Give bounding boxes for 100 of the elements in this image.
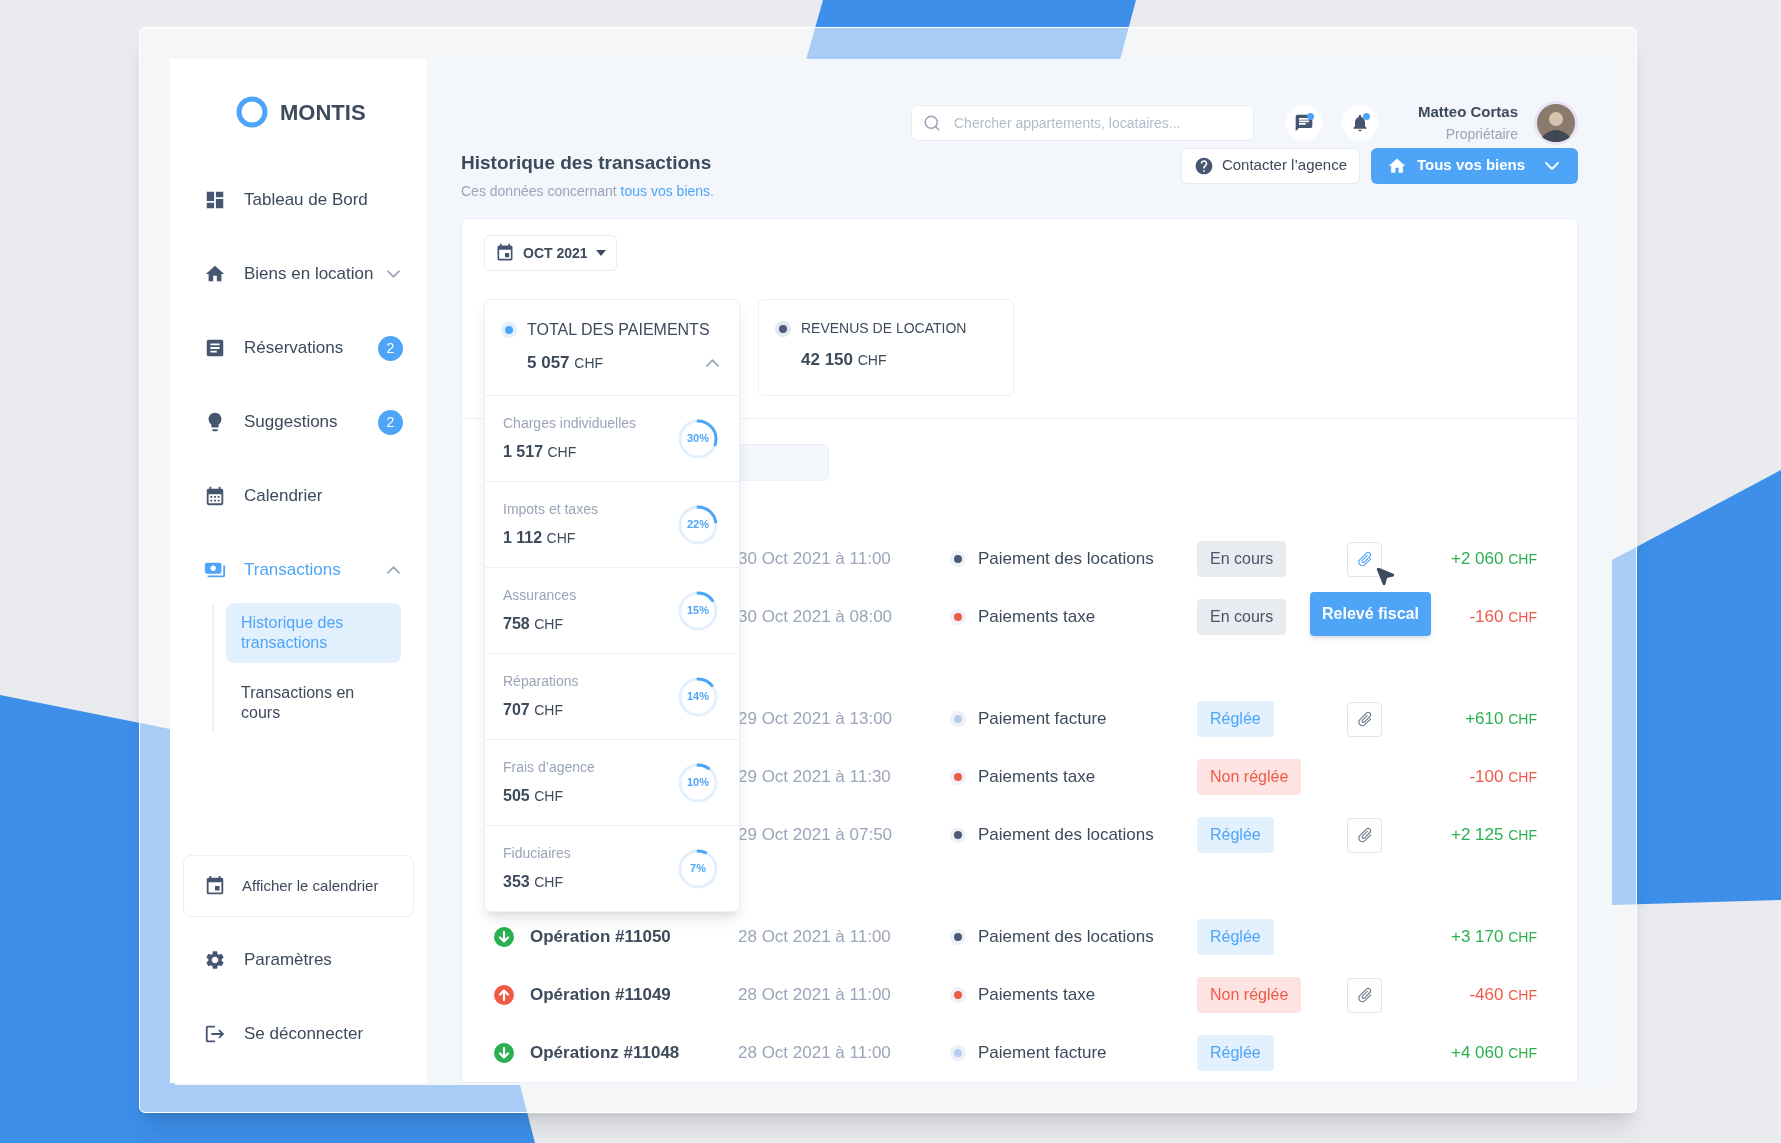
subtitle-period: .: [710, 183, 714, 199]
nav-label: Réservations: [244, 337, 345, 360]
summary-card[interactable]: TOTAL DES PAIEMENTS 5 057 CHF Charges individuelles 1 517 CHF 30% Impots et taxes 1 112 CHF 22% Assurances 758 CHF 15% Réparations 707 CHF 14% Frais d’agence 505 CHF 10% Fiduciaires 353 CHF 7%: [484, 299, 740, 912]
breakdown-label: Fiduciaires: [503, 844, 572, 863]
calendar-icon: [204, 875, 226, 897]
percent-label: 10%: [687, 775, 709, 791]
status-badge: Non réglée: [1197, 759, 1302, 795]
transaction-date: 28 Oct 2021 à 11:00: [738, 985, 891, 1005]
breakdown-amount: 707 CHF: [503, 700, 564, 720]
transaction-type: Paiements taxe: [978, 984, 1096, 1007]
search-icon: [923, 113, 941, 132]
icon-button[interactable]: [1286, 104, 1322, 141]
transaction-date: 29 Oct 2021 à 07:50: [738, 825, 893, 845]
breakdown-amount: 505 CHF: [503, 786, 564, 806]
card-amount: 5 057 CHF: [527, 352, 605, 374]
status-badge: Non réglée: [1197, 977, 1302, 1013]
breakdown-label: Réparations: [503, 672, 580, 691]
calendar-icon: [204, 485, 226, 507]
subnav-item[interactable]: Transactions en cours: [226, 673, 401, 733]
operation-name: Opération #11049: [530, 985, 671, 1005]
transaction-amount: +610 CHF: [1465, 709, 1537, 729]
transaction-date: 28 Oct 2021 à 11:00: [738, 927, 891, 947]
breakdown-amount: 353 CHF: [503, 872, 564, 892]
month-picker[interactable]: OCT 2021: [484, 235, 617, 271]
nav-item[interactable]: Calendrier: [170, 459, 427, 533]
transaction-amount: +2 060 CHF: [1451, 549, 1537, 569]
caret-icon: [595, 250, 606, 256]
transaction-date: 28 Oct 2021 à 11:00: [738, 1043, 891, 1063]
tooltip: Relevé fiscal: [1310, 591, 1431, 636]
nav-label: Calendrier: [244, 485, 324, 508]
transaction-type: Paiements taxe: [978, 606, 1096, 629]
count-badge: 2: [378, 409, 403, 435]
breakdown-amount: 1 517 CHF: [503, 442, 578, 462]
logout-icon: [204, 1023, 226, 1045]
status-badge: Réglée: [1197, 1035, 1274, 1071]
search-field[interactable]: Chercher appartements, locataires...: [911, 104, 1254, 141]
operation-name: Opération #11050: [530, 927, 671, 947]
nav-label: Paramètres: [244, 949, 332, 972]
transaction-amount: +2 125 CHF: [1451, 825, 1537, 845]
transaction-amount: -100 CHF: [1469, 767, 1537, 787]
breakdown-label: Charges individuelles: [503, 414, 638, 433]
summary-card[interactable]: REVENUS DE LOCATION 42 150 CHF: [758, 299, 1014, 396]
help-icon: [1193, 155, 1214, 176]
contact-button[interactable]: Contacter l’agence: [1180, 147, 1360, 184]
user-name: Matteo Cortas: [1418, 102, 1518, 122]
card-label: TOTAL DES PAIEMENTS: [527, 320, 710, 340]
nav-item[interactable]: Paramètres: [170, 923, 427, 997]
brand-name: MONTIS: [280, 98, 366, 127]
card-label: REVENUS DE LOCATION: [801, 319, 967, 338]
transaction-date: 29 Oct 2021 à 11:30: [738, 767, 891, 787]
transaction-date: 29 Oct 2021 à 13:00: [738, 709, 893, 729]
card-amount: 42 150 CHF: [801, 349, 888, 371]
transaction-amount: +4 060 CHF: [1451, 1043, 1537, 1063]
avatar[interactable]: [1534, 100, 1578, 145]
settings-icon: [204, 949, 226, 971]
transaction-type: Paiement facture: [978, 1042, 1107, 1065]
status-badge: En cours: [1197, 541, 1287, 577]
transaction-amount: +3 170 CHF: [1451, 927, 1537, 947]
percent-label: 7%: [690, 861, 706, 877]
nav-item[interactable]: Suggestions 2: [170, 385, 427, 459]
transaction-type: Paiement des locations: [978, 548, 1154, 571]
percent-label: 15%: [687, 603, 709, 619]
nav-item[interactable]: Se déconnecter: [170, 997, 427, 1071]
transaction-type: Paiements taxe: [978, 766, 1096, 789]
logo-icon: [236, 96, 268, 128]
nav-label: Suggestions: [244, 411, 339, 434]
transaction-amount: -460 CHF: [1469, 985, 1537, 1005]
nav-label: Transactions: [244, 559, 342, 582]
transaction-type: Paiement des locations: [978, 926, 1154, 949]
nav-label: Se déconnecter: [244, 1023, 364, 1046]
bell-icon: [1350, 112, 1370, 133]
breakdown-label: Assurances: [503, 586, 578, 605]
calendar-icon: [495, 243, 515, 263]
transaction-type: Paiement des locations: [978, 824, 1154, 847]
user-role: Propriétaire: [1445, 124, 1518, 144]
breakdown-label: Impots et taxes: [503, 500, 599, 519]
percent-label: 22%: [687, 517, 709, 533]
nav-item[interactable]: Réservations 2: [170, 311, 427, 385]
status-badge: Réglée: [1197, 919, 1274, 955]
operation-name: Opérationz #11048: [530, 1043, 680, 1063]
chevron-down-icon: [1545, 161, 1559, 170]
status-badge: Réglée: [1197, 817, 1274, 853]
percent-label: 14%: [687, 689, 709, 705]
count-badge: 2: [378, 335, 403, 361]
nav-item[interactable]: Tableau de Bord: [170, 163, 427, 237]
page-title: Historique des transactions: [461, 150, 713, 175]
percent-label: 30%: [687, 431, 709, 447]
document-icon: [204, 337, 226, 359]
breakdown-amount: 758 CHF: [503, 614, 564, 634]
transaction-amount: -160 CHF: [1469, 607, 1537, 627]
status-badge: Réglée: [1197, 701, 1274, 737]
page-subtitle: Ces données concernant: [461, 183, 618, 199]
nav-item[interactable]: Biens en location: [170, 237, 427, 311]
icon-button[interactable]: [1342, 104, 1378, 141]
breakdown-label: Frais d’agence: [503, 758, 596, 777]
calendar-button[interactable]: Afficher le calendrier: [183, 855, 414, 917]
dashboard-icon: [204, 189, 226, 211]
transaction-type: Paiement facture: [978, 708, 1107, 731]
breakdown-amount: 1 112 CHF: [503, 528, 577, 548]
nav-label: Tableau de Bord: [244, 189, 369, 212]
